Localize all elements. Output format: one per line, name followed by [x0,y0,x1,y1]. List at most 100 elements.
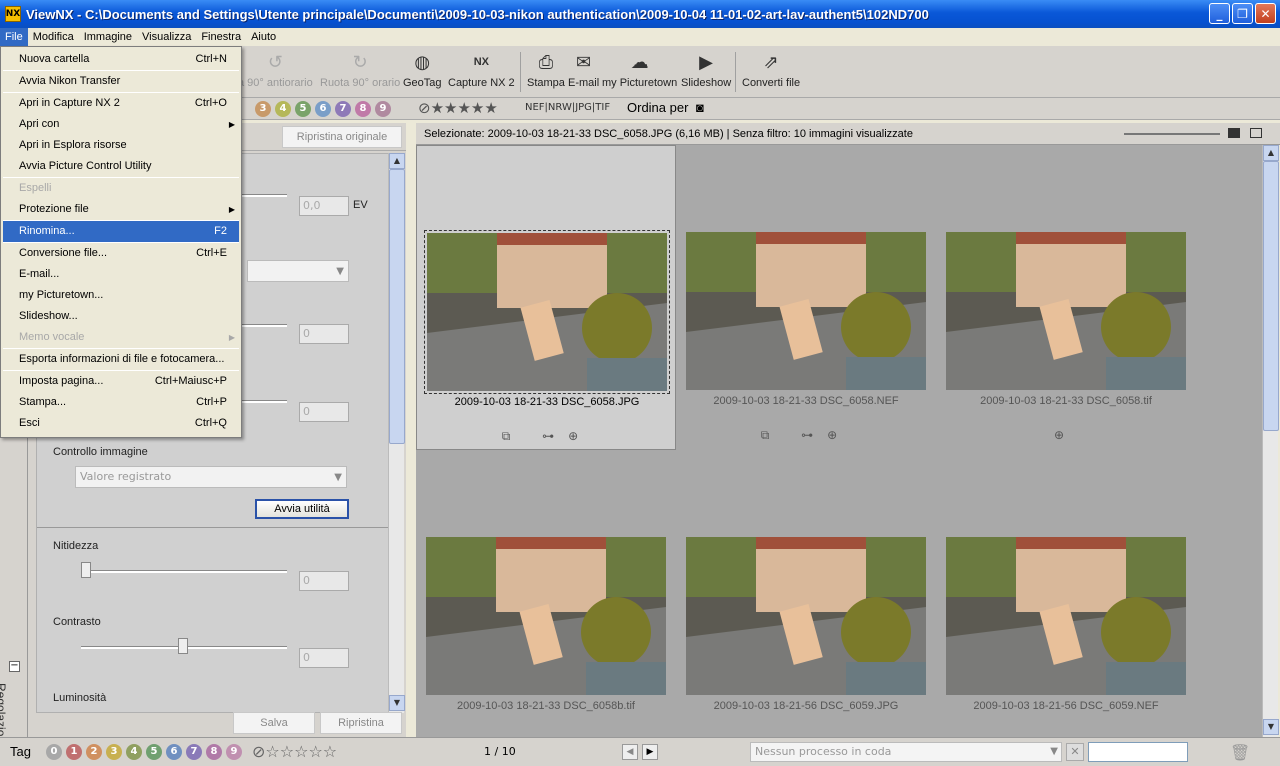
menu-item-e-mail[interactable]: E-mail... [3,264,239,285]
label-filter-4[interactable]: 4 [275,101,291,117]
save-button[interactable]: Salva [233,712,315,734]
label-filter-5[interactable]: 5 [295,101,311,117]
label-filter-8[interactable]: 8 [355,101,371,117]
scroll-thumb[interactable] [389,169,405,444]
email-button[interactable]: ✉ E-mail [568,49,599,89]
rating-buttons[interactable]: ⊘☆☆☆☆☆ [252,742,337,761]
rotate-ccw-button[interactable]: ↺ a 90° antiorario [238,49,313,89]
photo-thumbnail[interactable] [946,232,1186,390]
cancel-process-button[interactable]: ✕ [1066,743,1084,761]
menu-item-rinomina[interactable]: Rinomina... F2 [3,221,239,242]
next-button[interactable]: ▶ [642,744,658,760]
picture-control-dropdown[interactable]: Valore registrato ▼ [75,466,347,488]
tag-button-6[interactable]: 6 [166,744,182,760]
scroll-down-icon[interactable]: ▼ [389,695,405,711]
zoom-slider[interactable] [1124,133,1220,135]
menu-finestra[interactable]: Finestra [196,28,246,46]
label-filter-7[interactable]: 7 [335,101,351,117]
picturetown-button[interactable]: ☁ my Picturetown [602,49,677,89]
menu-file[interactable]: File [0,28,28,46]
grid-view-icon[interactable] [1228,128,1240,138]
menu-item-nuova-cartella[interactable]: Nuova cartella Ctrl+N [3,49,239,70]
close-button[interactable]: ✕ [1255,3,1276,24]
filetype-filter[interactable]: NEF|NRW|JPG|TIF [525,102,610,113]
tag-button-2[interactable]: 2 [86,744,102,760]
contrast-slider-thumb[interactable] [178,638,188,654]
adjust-field-2[interactable]: 0 [299,402,349,422]
maximize-button[interactable]: ❐ [1232,3,1253,24]
menu-item-esporta-informazioni-di-file-e-fotocamera[interactable]: Esporta informazioni di file e fotocamer… [3,349,239,370]
menu-item-conversione-file[interactable]: Conversione file... Ctrl+E [3,243,239,264]
tag-button-7[interactable]: 7 [186,744,202,760]
menu-item-imposta-pagina[interactable]: Imposta pagina... Ctrl+Maiusc+P [3,371,239,392]
photo-thumbnail[interactable] [424,230,670,394]
menu-item-avvia-nikon-transfer[interactable]: Avvia Nikon Transfer [3,71,239,92]
menu-item-apri-con[interactable]: Apri con ▶ [3,114,239,135]
launch-utility-button[interactable]: Avvia utilità [255,499,349,519]
menu-item-apri-in-esplora-risorse[interactable]: Apri in Esplora risorse [3,135,239,156]
adjust-field[interactable]: 0 [299,324,349,344]
menu-modifica[interactable]: Modifica [28,28,79,46]
sharpness-field[interactable]: 0 [299,571,349,591]
panel-scrollbar[interactable]: ▲ ▼ [388,153,405,713]
slideshow-button[interactable]: ▶ Slideshow [681,49,731,89]
minimize-button[interactable]: _ [1209,3,1230,24]
tag-button-8[interactable]: 8 [206,744,222,760]
menu-immagine[interactable]: Immagine [79,28,137,46]
rotate-cw-button[interactable]: ↻ Ruota 90° orario [320,49,400,89]
label-filter-9[interactable]: 9 [375,101,391,117]
menu-item-label: Espelli [19,182,52,194]
menu-item-apri-in-capture-nx-2[interactable]: Apri in Capture NX 2 Ctrl+O [3,93,239,114]
photo-thumbnail[interactable] [686,232,926,390]
label-filter-3[interactable]: 3 [255,101,271,117]
adjust-dropdown[interactable]: ▼ [247,260,349,282]
scroll-up-icon[interactable]: ▲ [389,153,405,169]
thumbnail-cell[interactable]: 2009-10-03 18-21-33 DSC_6058.tif ⊕ [936,145,1196,450]
print-button[interactable]: ⎙ Stampa [527,49,565,89]
ev-field[interactable]: 0,0 [299,196,349,216]
label-filter-6[interactable]: 6 [315,101,331,117]
collapse-button[interactable]: − [9,661,20,672]
convert-button[interactable]: ⇗ Converti file [742,49,800,89]
list-view-icon[interactable] [1250,128,1262,138]
process-queue[interactable]: Nessun processo in coda ▼ [750,742,1062,762]
thumbnail-cell[interactable]: 2009-10-03 18-21-33 DSC_6058b.tif [416,450,676,737]
rating-filter[interactable]: ⊘★★★★★ [418,99,498,117]
menu-item-slideshow[interactable]: Slideshow... [3,306,239,327]
thumbnail-cell[interactable]: 2009-10-03 18-21-56 DSC_6059.NEF [936,450,1196,737]
tag-button-5[interactable]: 5 [146,744,162,760]
scroll-down-icon[interactable]: ▼ [1263,719,1279,735]
contrast-field[interactable]: 0 [299,648,349,668]
grid-scrollbar[interactable]: ▲ ▼ [1262,145,1279,737]
menu-item-my-picturetown[interactable]: my Picturetown... [3,285,239,306]
menu-item-stampa[interactable]: Stampa... Ctrl+P [3,392,239,413]
tag-button-3[interactable]: 3 [106,744,122,760]
tag-button-1[interactable]: 1 [66,744,82,760]
search-input[interactable] [1088,742,1188,762]
menu-item-protezione-file[interactable]: Protezione file ▶ [3,199,239,220]
menu-aiuto[interactable]: Aiuto [246,28,281,46]
photo-thumbnail[interactable] [946,537,1186,695]
sort-button[interactable]: Ordina per ◙ [627,100,704,115]
menu-visualizza[interactable]: Visualizza [137,28,196,46]
menu-item-esci[interactable]: Esci Ctrl+Q [3,413,239,434]
menu-item-avvia-picture-control-utility[interactable]: Avvia Picture Control Utility [3,156,239,177]
thumbnail-cell[interactable]: 2009-10-03 18-21-56 DSC_6059.JPG [676,450,936,737]
tag-button-0[interactable]: 0 [46,744,62,760]
prev-button[interactable]: ◀ [622,744,638,760]
sharpness-slider-thumb[interactable] [81,562,91,578]
geotag-button[interactable]: ◍ GeoTag [403,49,442,89]
scroll-up-icon[interactable]: ▲ [1263,145,1279,161]
sharpness-slider[interactable] [81,570,287,573]
restore-button[interactable]: Ripristina [320,712,402,734]
capture-nx-button[interactable]: NX Capture NX 2 [448,49,515,89]
trash-icon[interactable]: 🗑 [1230,743,1250,762]
scroll-thumb[interactable] [1263,161,1279,431]
photo-thumbnail[interactable] [426,537,666,695]
photo-thumbnail[interactable] [686,537,926,695]
thumbnail-cell[interactable]: 2009-10-03 18-21-33 DSC_6058.JPG ⧉ ⊶⊕ [416,145,676,450]
tag-button-9[interactable]: 9 [226,744,242,760]
thumbnail-cell[interactable]: 2009-10-03 18-21-33 DSC_6058.NEF ⧉ ⊶⊕ [676,145,936,450]
reset-original-button[interactable]: Ripristina originale [282,126,402,148]
tag-button-4[interactable]: 4 [126,744,142,760]
